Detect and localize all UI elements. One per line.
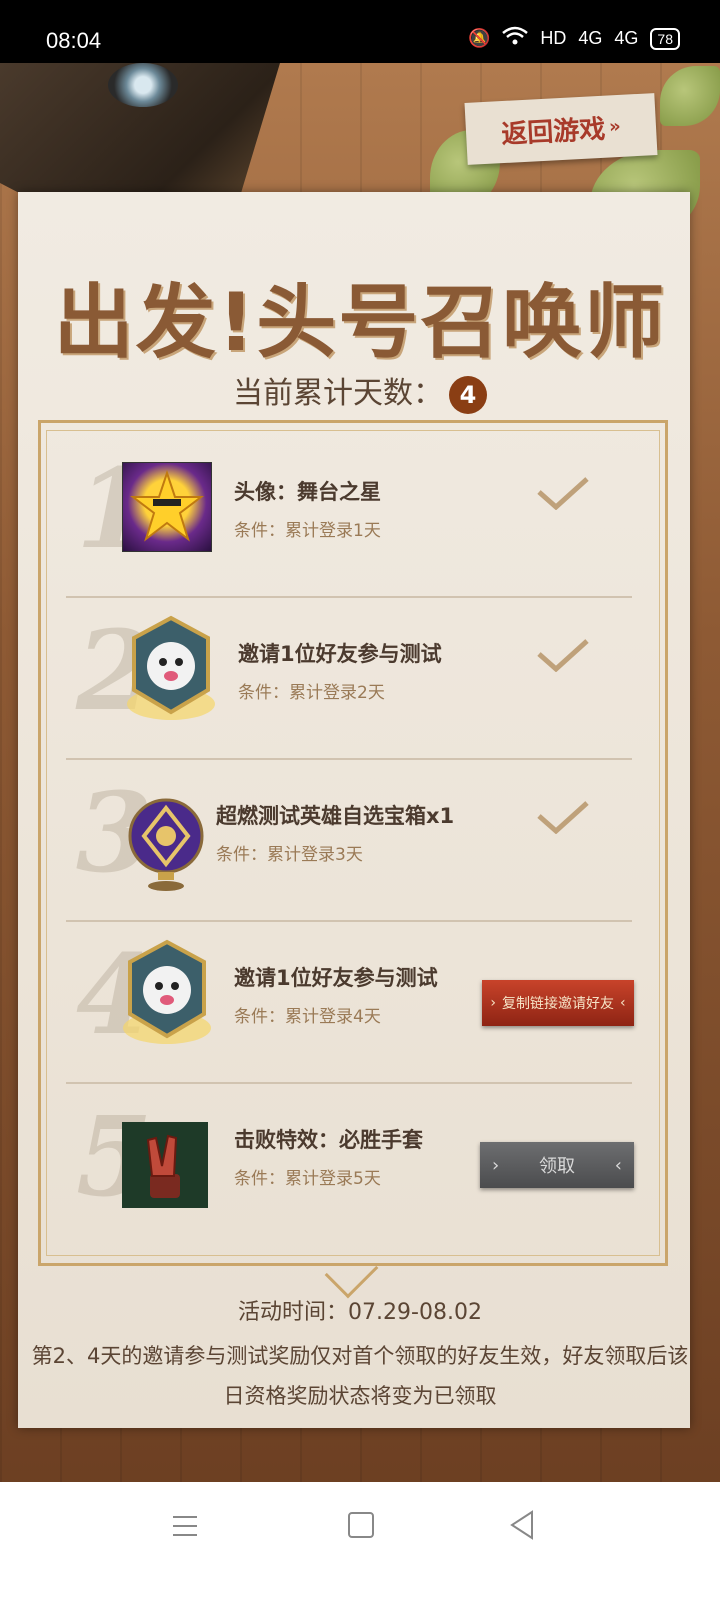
- back-to-game-button[interactable]: 返回游戏 »: [464, 93, 658, 165]
- hero-chest-icon: [126, 794, 206, 894]
- reward-condition: 条件：累计登录4天: [234, 1007, 381, 1027]
- reward-row: 2 邀请1位好友参与测试 条件：累计登录2天: [66, 598, 632, 760]
- activity-time: 活动时间：07.29-08.02: [238, 1300, 482, 1325]
- reward-condition: 条件：累计登录3天: [216, 845, 363, 865]
- signal-1-icon: 4G: [578, 28, 603, 48]
- status-time: 08:04: [46, 28, 102, 53]
- status-icons: 🔕 HD 4G 4G 78: [468, 26, 680, 51]
- network-label: HD: [540, 28, 567, 48]
- navigation-bar: [0, 1482, 720, 1600]
- back-to-game-label: 返回游戏: [500, 114, 607, 150]
- status-bar: 08:04 🔕 HD 4G 4G 78: [0, 0, 720, 63]
- home-icon[interactable]: [348, 1512, 374, 1538]
- day-counter: 当前累计天数： 4: [0, 368, 720, 414]
- poro-emblem-icon: [122, 938, 212, 1048]
- check-icon: [537, 801, 589, 834]
- poro-emblem-icon: [126, 614, 216, 724]
- reward-row: 3 超燃测试英雄自选宝箱x1 条件：累计登录3天: [66, 760, 632, 922]
- reward-row: 5 击败特效：必胜手套 条件：累计登录5天 › 领取 ‹: [66, 1084, 634, 1246]
- claim-button-label: 领取: [539, 1156, 575, 1177]
- reward-title: 头像：舞台之星: [234, 480, 381, 504]
- activity-notice: 第2、4天的邀请参与测试奖励仅对首个领取的好友生效，好友领取后该日资格奖励状态将…: [31, 1344, 689, 1408]
- invite-button-label: 复制链接邀请好友: [502, 996, 614, 1012]
- signal-2-icon: 4G: [614, 28, 639, 48]
- copy-invite-link-button[interactable]: › 复制链接邀请好友 ‹: [482, 980, 634, 1026]
- reward-title: 邀请1位好友参与测试: [234, 966, 438, 990]
- wifi-icon: [502, 26, 529, 51]
- reward-title: 超燃测试英雄自选宝箱x1: [216, 804, 455, 828]
- counter-badge: 4: [449, 375, 487, 414]
- chevron-left-icon: ‹: [620, 995, 626, 1011]
- check-icon: [537, 639, 589, 672]
- reward-row: 1 头像：舞台之星 条件：累计登录1天: [66, 436, 632, 598]
- reward-condition: 条件：累计登录1天: [234, 521, 381, 541]
- chevron-right-icon: ›: [490, 995, 496, 1011]
- reward-row: 4 邀请1位好友参与测试 条件：累计登录4天 › 复制链接邀请好友 ‹: [66, 922, 634, 1084]
- check-icon: [537, 477, 589, 510]
- mute-icon: 🔕: [467, 28, 491, 48]
- page-title: 出发!头号召唤师: [53, 276, 667, 369]
- chevron-left-icon: ‹: [614, 1154, 622, 1176]
- victory-glove-icon: [122, 1122, 208, 1208]
- reward-condition: 条件：累计登录5天: [234, 1169, 381, 1189]
- battery-indicator: 78: [650, 27, 680, 50]
- reward-title: 邀请1位好友参与测试: [238, 642, 442, 666]
- menu-icon[interactable]: [172, 1514, 198, 1538]
- reward-condition: 条件：累计登录2天: [238, 683, 385, 703]
- chevron-right-icon: »: [608, 115, 622, 137]
- lens-decoration: [108, 63, 178, 107]
- star-avatar-icon: [122, 462, 212, 552]
- reward-title: 击败特效：必胜手套: [234, 1128, 423, 1152]
- counter-label: 当前累计天数：: [233, 376, 443, 411]
- chevron-right-icon: ›: [492, 1154, 500, 1176]
- claim-button[interactable]: › 领取 ‹: [480, 1142, 634, 1188]
- back-icon[interactable]: [508, 1510, 536, 1540]
